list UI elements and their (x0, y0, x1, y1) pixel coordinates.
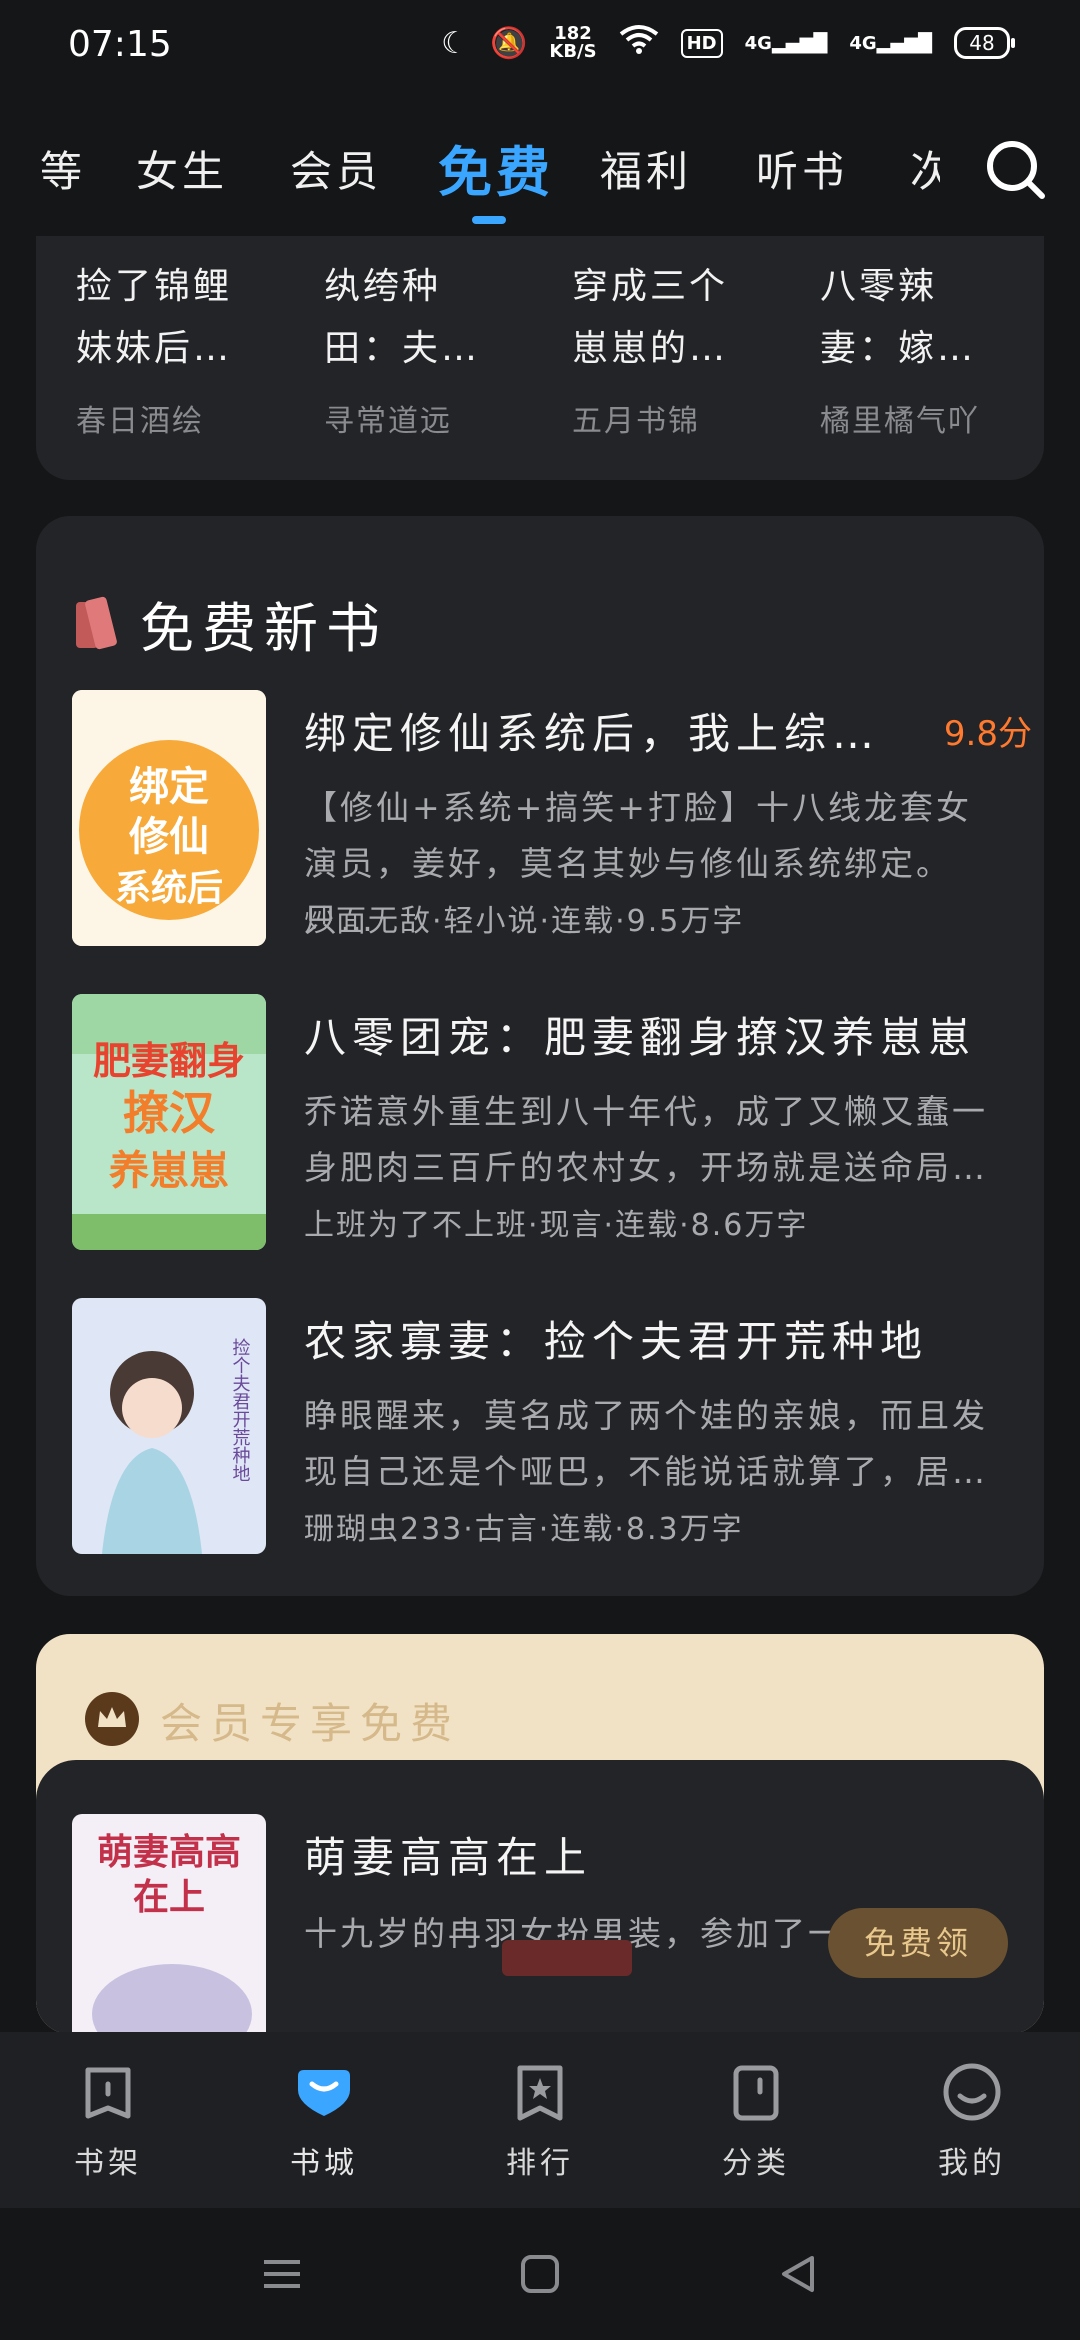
book-list-item[interactable]: 肥妻翻身 撩汉 养崽崽 八零团宠：肥妻翻身撩汉养崽崽 乔诺意外重生到八十年代，成… (72, 994, 1032, 1254)
book-grid-item[interactable]: 纨绔种 田：夫… 寻常道远 (324, 256, 524, 440)
signal-icon-2: 4G▂▄▆█ (849, 32, 932, 54)
active-tab-indicator (472, 216, 506, 224)
tab-welfare[interactable]: 福利 (600, 138, 692, 199)
moon-icon: ☾ (441, 25, 469, 61)
status-icons: ☾ 🔕 182 KB/S HD 4G▂▄▆█ 4G▂▄▆█ 48 (441, 23, 1015, 62)
book-grid-item[interactable]: 八零辣 妻：嫁… 橘里橘气吖 (820, 256, 1020, 440)
book-list-item[interactable]: 捡个夫君开荒种地 农家寡妻：捡个夫君开荒种地 睁眼醒来，莫名成了两个娃的亲娘，而… (72, 1298, 1032, 1558)
bottom-navigation: 书架 书城 排行 分类 我的 (0, 2032, 1080, 2208)
book-cover: 肥妻翻身 撩汉 养崽崽 (72, 994, 266, 1250)
mute-icon: 🔕 (490, 25, 528, 61)
network-speed: 182 KB/S (549, 23, 597, 62)
svg-text:捡个夫君开荒种地: 捡个夫君开荒种地 (230, 1338, 251, 1482)
book-meta: 炒面无敌·轻小说·连载·9.5万字 (304, 904, 745, 939)
book-grid-item[interactable]: 捡了锦鲤 妹妹后… 春日酒绘 (76, 256, 276, 440)
bookstore-icon (292, 2070, 356, 2128)
svg-text:撩汉: 撩汉 (123, 1086, 216, 1140)
tab-partial-left[interactable]: 等 (40, 138, 86, 199)
book-title: 农家寡妻：捡个夫君开荒种地 (304, 1317, 929, 1366)
book-grid-item[interactable]: 穿成三个 崽崽的… 五月书锦 (572, 256, 772, 440)
svg-text:系统后: 系统后 (115, 868, 223, 909)
svg-text:肥妻翻身: 肥妻翻身 (93, 1039, 245, 1083)
section-title: 免费新书 (140, 597, 388, 660)
svg-text:绑定: 绑定 (129, 764, 209, 810)
book-cover: 萌妻高高 在上 (72, 1814, 266, 2034)
nav-ranking[interactable]: 排行 (480, 2060, 600, 2182)
book-grid-card: 捡了锦鲤 妹妹后… 春日酒绘 纨绔种 田：夫… 寻常道远 穿成三个 崽崽的… 五… (36, 236, 1044, 480)
tab-vip[interactable]: 会员 (290, 138, 382, 199)
system-navigation-bar (0, 2208, 1080, 2340)
svg-text:在上: 在上 (133, 1876, 205, 1918)
vip-free-card: 会员专享免费 萌妻高高 在上 萌妻高高在上 十九岁的冉羽女扮男装，参加了一场豪门… (36, 1634, 1044, 2034)
book-description: 乔诺意外重生到八十年代，成了又懒又蠢一身肥肉三百斤的农村女，开场就是送命局… (304, 1092, 988, 1187)
nav-category[interactable]: 分类 (696, 2060, 816, 2182)
book-title: 八零团宠：肥妻翻身撩汉养崽崽 (304, 1013, 977, 1062)
book-cover: 绑定 修仙 系统后 (72, 690, 266, 946)
vip-title: 会员专享免费 (160, 1699, 461, 1748)
book-title: 萌妻高高在上 (304, 1833, 593, 1882)
svg-text:养崽崽: 养崽崽 (109, 1148, 229, 1194)
status-bar: 07:15 ☾ 🔕 182 KB/S HD 4G▂▄▆█ 4G▂▄▆█ 48 (0, 0, 1080, 100)
book-score: 9.8分 (943, 714, 1032, 754)
book-meta: 上班为了不上班·现言·连载·8.6万字 (304, 1208, 809, 1243)
status-time: 07:15 (68, 24, 172, 65)
vip-content: 萌妻高高 在上 萌妻高高在上 十九岁的冉羽女扮男装，参加了一场豪门… 免费领 (36, 1760, 1044, 2034)
vip-tag (502, 1940, 632, 1976)
profile-icon (940, 2063, 1004, 2128)
bookshelf-icon (76, 2067, 140, 2128)
book-description: 睁眼醒来，莫名成了两个娃的亲娘，而且发现自己还是个哑巴，不能说话就算了，居… (304, 1396, 988, 1491)
free-new-books-card: 免费新书 绑定 修仙 系统后 绑定修仙系统后，我上综… 9.8分 【修仙+系统+… (36, 516, 1044, 1596)
category-icon (724, 2065, 788, 2128)
category-tabs: 等 女生 会员 免费 福利 听书 次 (0, 120, 1080, 230)
vip-header: 会员专享免费 (84, 1690, 460, 1751)
crown-icon (84, 1691, 140, 1751)
home-icon[interactable] (520, 2254, 560, 2298)
svg-text:萌妻高高: 萌妻高高 (97, 1831, 241, 1873)
section-header: 免费新书 (72, 584, 388, 663)
nav-bookshelf[interactable]: 书架 (48, 2060, 168, 2182)
tab-free[interactable]: 免费 (438, 128, 554, 207)
tab-audiobook[interactable]: 听书 (756, 138, 848, 199)
free-claim-button[interactable]: 免费领 (828, 1908, 1008, 1978)
book-stack-icon (72, 592, 126, 656)
menu-icon[interactable] (262, 2254, 302, 2298)
wifi-icon (619, 24, 659, 62)
hd-icon: HD (680, 28, 723, 58)
search-icon[interactable] (984, 138, 1048, 202)
book-cover: 捡个夫君开荒种地 (72, 1298, 266, 1554)
battery-icon: 48 (954, 27, 1015, 59)
book-meta: 珊瑚虫233·古言·连载·8.3万字 (304, 1512, 744, 1547)
tab-female[interactable]: 女生 (136, 138, 228, 199)
back-icon[interactable] (778, 2254, 818, 2298)
book-list-item[interactable]: 绑定 修仙 系统后 绑定修仙系统后，我上综… 9.8分 【修仙+系统+搞笑+打脸… (72, 690, 1032, 950)
book-title: 绑定修仙系统后，我上综… (304, 709, 881, 758)
ranking-icon (508, 2065, 572, 2128)
svg-text:修仙: 修仙 (129, 814, 209, 860)
tab-partial-right[interactable]: 次 (910, 138, 940, 199)
nav-profile[interactable]: 我的 (912, 2060, 1032, 2182)
nav-bookstore[interactable]: 书城 (264, 2060, 384, 2182)
signal-icon: 4G▂▄▆█ (744, 32, 828, 54)
